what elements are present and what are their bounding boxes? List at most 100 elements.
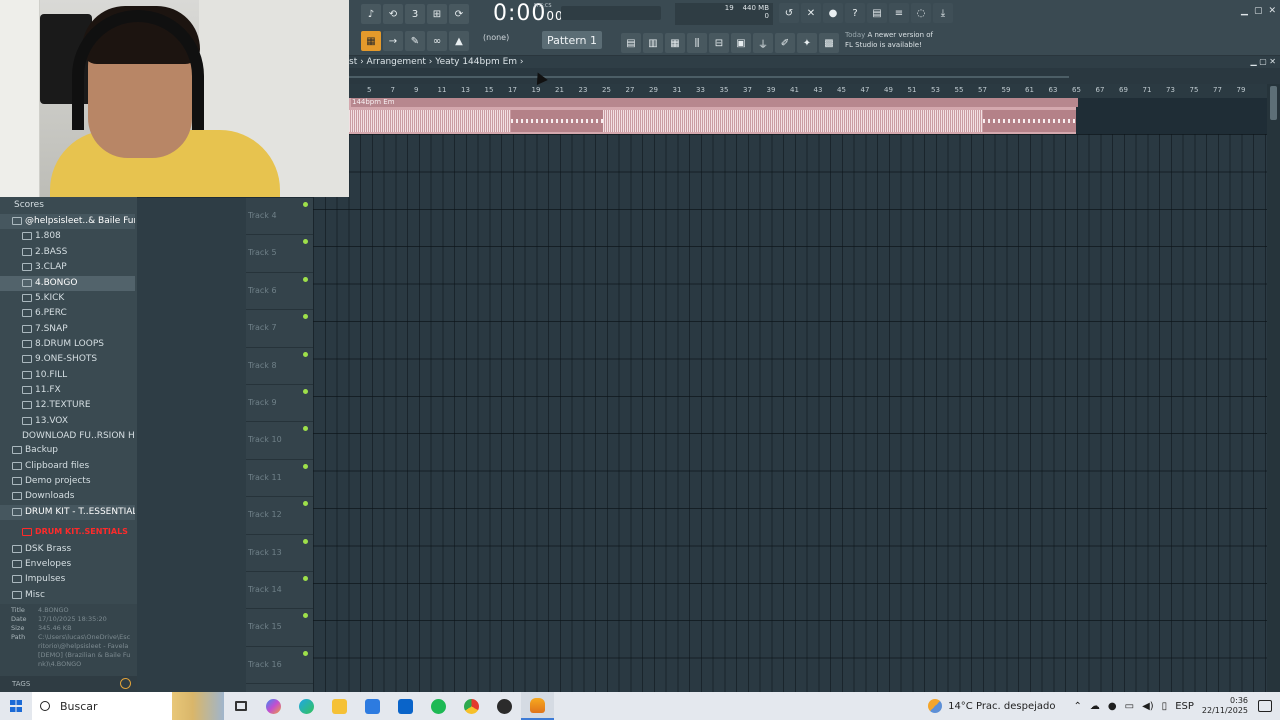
help-icon[interactable]: ? [845, 3, 865, 23]
pattern-none-selector[interactable]: (none) [483, 33, 509, 42]
browser-item[interactable]: Envelopes [0, 557, 135, 572]
file-explorer-icon[interactable] [323, 692, 356, 720]
track-mute-led[interactable] [303, 351, 308, 357]
plug-icon[interactable]: ⏚ [753, 33, 773, 53]
browser-item[interactable]: @helpsisleet..& Baile Funk) [0, 214, 135, 229]
playlist-grid[interactable] [313, 134, 1267, 692]
browser-item[interactable]: 2.BASS [0, 245, 135, 260]
track-mute-led[interactable] [303, 202, 308, 207]
mark-icon[interactable]: ✦ [797, 33, 817, 53]
browser-item[interactable]: 6.PERC [0, 306, 135, 321]
browser-item[interactable]: 13.VOX [0, 414, 135, 429]
tags-bar[interactable]: TAGS [0, 676, 137, 692]
track-header[interactable]: Track 5 [246, 235, 313, 273]
browser-item[interactable]: 4.BONGO [0, 276, 135, 291]
mixer-window-icon[interactable]: ⫼ [687, 33, 707, 53]
microphone-icon[interactable]: ● [823, 3, 843, 23]
close-icon[interactable]: ✕ [1268, 6, 1276, 16]
horizontal-scrollbar[interactable] [349, 68, 1280, 84]
undo-icon[interactable]: ↺ [779, 3, 799, 23]
browser-item[interactable]: 3.CLAP [0, 260, 135, 275]
track-mute-led[interactable] [303, 389, 308, 394]
track-header[interactable]: Track 14 [246, 572, 313, 610]
cloud-icon[interactable]: ☁ [1090, 701, 1100, 712]
master-pitch-slider[interactable] [561, 6, 661, 20]
browser-item[interactable]: Demo projects [0, 474, 135, 489]
taskbar-search[interactable]: Buscar [32, 692, 224, 720]
browser-item[interactable]: DRUM KIT..SENTIALS [0, 524, 135, 539]
network-icon[interactable]: ▭ [1125, 701, 1134, 712]
pencil-icon[interactable]: ✎ [405, 31, 425, 51]
start-button[interactable] [0, 692, 32, 720]
mic-tray-icon[interactable]: ● [1108, 701, 1117, 712]
store-icon[interactable]: ▩ [819, 33, 839, 53]
pattern-selector[interactable]: Pattern 1 [542, 31, 602, 49]
track-header[interactable]: Track 8 [246, 348, 313, 385]
edge-icon[interactable] [290, 692, 323, 720]
vertical-scroll-thumb[interactable] [1270, 86, 1277, 120]
taskbar-clock[interactable]: 0:36 22/11/2025 [1202, 696, 1248, 716]
step-edit-icon[interactable]: ⊞ [427, 4, 447, 24]
minimize-icon[interactable]: ▁ [1241, 6, 1248, 16]
track-header[interactable]: Track 7 [246, 310, 313, 348]
browser-item[interactable]: Backup [0, 443, 135, 458]
loop-record-icon[interactable]: ⟳ [449, 4, 469, 24]
browser-item[interactable]: 9.ONE-SHOTS [0, 352, 135, 367]
browser-item[interactable]: DOWNLOAD FU..RSION HERE [0, 429, 135, 444]
chrome-icon[interactable] [455, 692, 488, 720]
track-header[interactable]: Track 13 [246, 535, 313, 572]
track-mute-led[interactable] [303, 613, 308, 619]
piano-roll-icon[interactable]: ▥ [643, 33, 663, 53]
browser-item[interactable]: Scores [0, 198, 135, 213]
track-mute-led[interactable] [303, 239, 308, 245]
browser-item[interactable]: 1.808 [0, 229, 135, 244]
spotify-icon[interactable] [422, 692, 455, 720]
tag-search-icon[interactable] [120, 678, 131, 689]
track-header[interactable]: Track 16 [246, 647, 313, 685]
wait-input-icon[interactable]: ⟲ [383, 4, 403, 24]
mixer-icon[interactable]: ≡ [889, 3, 909, 23]
update-notice[interactable]: Today A newer version of FL Studio is av… [845, 30, 933, 50]
browser-item[interactable]: Clipboard files [0, 459, 135, 474]
track-mute-led[interactable] [303, 426, 308, 432]
battery-icon[interactable]: ▯ [1162, 701, 1168, 712]
track-header[interactable]: Track 6 [246, 273, 313, 311]
stamp-icon[interactable]: ▲ [449, 31, 469, 51]
outlook-icon[interactable] [389, 692, 422, 720]
song-time-display[interactable]: 0:0000 [493, 1, 564, 26]
track-header[interactable]: Track 12 [246, 497, 313, 535]
track-mute-led[interactable] [303, 650, 308, 656]
browser-window-icon[interactable]: ⊟ [709, 33, 729, 53]
chat-icon[interactable]: ◌ [911, 3, 931, 23]
plugin-picker-icon[interactable]: ▣ [731, 33, 751, 53]
track-header[interactable]: Track 9 [246, 385, 313, 423]
save-icon[interactable]: ▤ [867, 3, 887, 23]
vertical-scrollbar[interactable] [1267, 84, 1280, 692]
task-view-icon[interactable] [224, 692, 257, 720]
browser-item[interactable]: 12.TEXTURE [0, 398, 135, 413]
link-icon[interactable]: ∞ [427, 31, 447, 51]
track-header[interactable]: Track 15 [246, 609, 313, 647]
brush-icon[interactable]: ✐ [775, 33, 795, 53]
fl-studio-icon[interactable] [521, 692, 554, 720]
playlist-window-icon[interactable]: ▤ [621, 33, 641, 53]
track-mute-led[interactable] [303, 538, 308, 544]
track-header[interactable]: Track 11 [246, 460, 313, 498]
playlist-icon[interactable]: ▦ [361, 31, 381, 51]
track-header[interactable]: Track 10 [246, 422, 313, 460]
store-app-icon[interactable] [356, 692, 389, 720]
browser-item[interactable]: 11.FX [0, 383, 135, 398]
browser-item[interactable]: 7.SNAP [0, 322, 135, 337]
track-mute-led[interactable] [303, 276, 308, 282]
track-mute-led[interactable] [303, 501, 308, 507]
audio-clip[interactable]: 144bpm Em [349, 98, 1078, 134]
browser-item[interactable]: Downloads [0, 489, 135, 504]
browser-item[interactable]: 5.KICK [0, 291, 135, 306]
timeline-ruler[interactable]: 5 7 9 11 13 15 17 19 21 23 25 27 29 31 33 35 37 39 41 43 45 4… [349, 84, 1267, 98]
metronome-icon[interactable]: ♪ [361, 4, 381, 24]
track-mute-led[interactable] [303, 314, 308, 320]
playlist-window-controls[interactable]: ▁ ▢ ✕ [1251, 56, 1277, 68]
tools-icon[interactable]: ✕ [801, 3, 821, 23]
chevron-up-icon[interactable]: ⌃ [1074, 701, 1082, 712]
notification-icon[interactable] [1258, 700, 1272, 712]
